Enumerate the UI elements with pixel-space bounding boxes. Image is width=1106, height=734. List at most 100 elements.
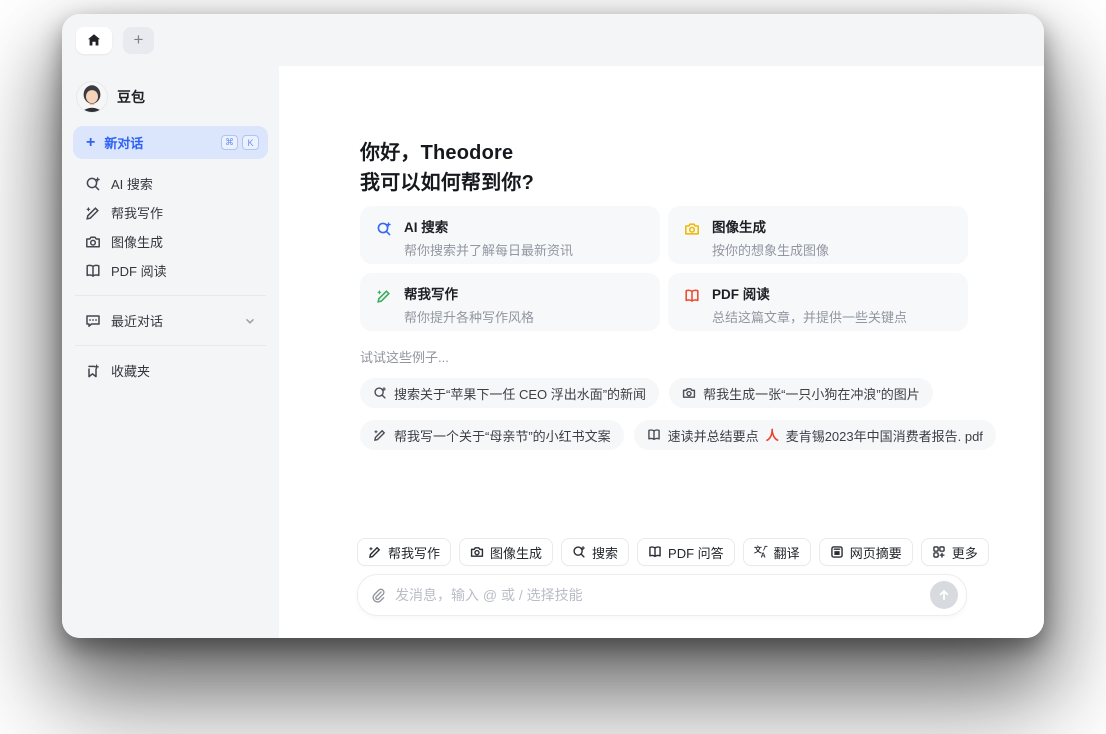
card-image-gen[interactable]: 图像生成 按你的想象生成图像 (668, 206, 968, 264)
camera-icon (682, 386, 696, 400)
paperclip-icon[interactable] (371, 588, 386, 603)
skill-chip-web-summary[interactable]: 网页摘要 (818, 538, 913, 566)
sidebar-item-label: PDF 阅读 (111, 264, 167, 279)
ai-search-icon (373, 386, 387, 400)
sidebar-divider (75, 295, 266, 296)
sidebar-item-favorites[interactable]: 收藏夹 (73, 356, 268, 385)
card-pdf-read[interactable]: PDF 阅读 总结这篇文章，并提供一些关键点 (668, 273, 968, 331)
skill-label: PDF 问答 (668, 545, 724, 561)
message-input-bar[interactable] (357, 574, 967, 616)
webpage-icon (830, 545, 844, 559)
profile-row[interactable]: 豆包 (73, 76, 268, 126)
open-book-icon (684, 288, 700, 318)
card-write[interactable]: 帮我写作 帮你提升各种写作风格 (360, 273, 660, 331)
card-title: 图像生成 (712, 220, 766, 235)
new-chat-label: 新对话 (104, 136, 144, 151)
sidebar-item-label: AI 搜索 (111, 177, 153, 192)
ai-search-icon (572, 545, 586, 559)
skill-chip-pdf-qa[interactable]: PDF 问答 (637, 538, 735, 566)
sidebar: 豆包 + 新对话 ⌘ K AI 搜索 帮我写作 图像生成 PDF 阅读 最近对话… (62, 66, 279, 638)
card-desc: 按你的想象生成图像 (712, 243, 830, 258)
skill-chips-row: 帮我写作 图像生成 搜索 PDF 问答 文 A 翻译 网页摘要 更多 (357, 538, 989, 566)
skill-chip-search[interactable]: 搜索 (561, 538, 630, 566)
example-chip-write-post[interactable]: 帮我写一个关于“母亲节”的小红书文案 (360, 420, 624, 450)
chip-label: 搜索关于“苹果下一任 CEO 浮出水面”的新闻 (394, 386, 647, 402)
example-chips-row-2: 帮我写一个关于“母亲节”的小红书文案 速读并总结要点 人 麦肯锡2023年中国消… (360, 420, 996, 450)
write-pen-icon (368, 545, 382, 559)
write-pen-icon (376, 288, 392, 318)
skill-label: 网页摘要 (849, 545, 902, 561)
card-title: AI 搜索 (404, 220, 449, 235)
open-book-icon (85, 263, 101, 279)
greeting-line-1: 你好，Theodore (360, 142, 514, 164)
k-key-icon: K (242, 135, 259, 150)
feature-cards: AI 搜索 帮你搜索并了解每日最新资讯 图像生成 按你的想象生成图像 帮我写作 … (360, 206, 968, 331)
chip-label: 帮我生成一张“一只小狗在冲浪”的图片 (703, 386, 920, 402)
avatar (77, 82, 107, 112)
new-tab-button[interactable]: + (123, 26, 154, 54)
example-chip-search-news[interactable]: 搜索关于“苹果下一任 CEO 浮出水面”的新闻 (360, 378, 660, 408)
skill-label: 翻译 (773, 545, 800, 561)
camera-icon (85, 234, 101, 250)
examples-hint: 试试这些例子... (360, 350, 449, 365)
skill-chip-image-gen[interactable]: 图像生成 (459, 538, 554, 566)
sidebar-item-recent-chats[interactable]: 最近对话 (73, 306, 268, 335)
skill-label: 更多 (951, 545, 978, 561)
tab-bar: + (62, 14, 1044, 66)
open-book-icon (648, 545, 662, 559)
page-background: + 豆包 + 新对话 ⌘ K AI 搜索 帮我写作 图像生成 PDF 阅读 最近… (0, 0, 1106, 734)
card-title: PDF 阅读 (712, 287, 770, 302)
tab-home[interactable] (76, 26, 112, 54)
chat-bubble-icon (85, 313, 101, 329)
home-icon (87, 33, 101, 47)
sidebar-item-pdf-read[interactable]: PDF 阅读 (73, 256, 268, 285)
camera-icon (470, 545, 484, 559)
sidebar-item-label: 图像生成 (111, 235, 164, 250)
open-book-icon (647, 428, 661, 442)
chip-label: 帮我写一个关于“母亲节”的小红书文案 (394, 428, 611, 444)
chip-label: 速读并总结要点 (667, 428, 759, 444)
skill-label: 帮我写作 (388, 545, 441, 561)
card-title: 帮我写作 (404, 287, 458, 302)
pdf-file-icon: 人 (765, 427, 779, 443)
translate-icon: 文 A (754, 545, 768, 559)
example-chips-row-1: 搜索关于“苹果下一任 CEO 浮出水面”的新闻 帮我生成一张“一只小狗在冲浪”的… (360, 378, 968, 408)
sidebar-item-ai-search[interactable]: AI 搜索 (73, 169, 268, 198)
skill-label: 图像生成 (490, 545, 543, 561)
ai-search-icon (376, 221, 392, 251)
chip-file-name: 麦肯锡2023年中国消费者报告. pdf (785, 428, 983, 444)
skill-chip-more[interactable]: 更多 (920, 538, 989, 566)
profile-name: 豆包 (117, 89, 145, 105)
bookmark-icon (85, 363, 101, 379)
chevron-down-icon[interactable] (244, 315, 256, 327)
message-input[interactable] (395, 587, 930, 603)
example-chip-generate-image[interactable]: 帮我生成一张“一只小狗在冲浪”的图片 (669, 378, 933, 408)
skill-chip-translate[interactable]: 文 A 翻译 (742, 538, 811, 566)
example-chip-summarize-pdf[interactable]: 速读并总结要点 人 麦肯锡2023年中国消费者报告. pdf (633, 420, 996, 450)
sidebar-item-label: 收藏夹 (111, 364, 151, 379)
sidebar-item-write[interactable]: 帮我写作 (73, 198, 268, 227)
main-content: 你好，Theodore 我可以如何帮到你? AI 搜索 帮你搜索并了解每日最新资… (279, 66, 1044, 638)
card-ai-search[interactable]: AI 搜索 帮你搜索并了解每日最新资讯 (360, 206, 660, 264)
skill-label: 搜索 (592, 545, 619, 561)
plus-icon: + (86, 133, 96, 151)
command-key-icon: ⌘ (221, 135, 238, 150)
sidebar-item-image-gen[interactable]: 图像生成 (73, 227, 268, 256)
sidebar-divider (75, 345, 266, 346)
app-window: + 豆包 + 新对话 ⌘ K AI 搜索 帮我写作 图像生成 PDF 阅读 最近… (62, 14, 1044, 638)
write-pen-icon (85, 205, 101, 221)
card-desc: 帮你搜索并了解每日最新资讯 (404, 243, 574, 258)
plus-icon: + (133, 30, 144, 49)
greeting-line-2: 我可以如何帮到你? (360, 172, 535, 194)
write-pen-icon (373, 428, 387, 442)
more-grid-icon (932, 545, 946, 559)
ai-search-icon (85, 176, 101, 192)
send-button[interactable] (930, 581, 958, 609)
shortcut-keys: ⌘ K (221, 135, 259, 150)
sidebar-item-label: 最近对话 (111, 314, 164, 329)
card-desc: 帮你提升各种写作风格 (404, 310, 535, 325)
camera-icon (684, 221, 700, 251)
new-chat-button[interactable]: + 新对话 ⌘ K (73, 126, 268, 159)
arrow-up-icon (937, 588, 951, 602)
skill-chip-write[interactable]: 帮我写作 (357, 538, 452, 566)
